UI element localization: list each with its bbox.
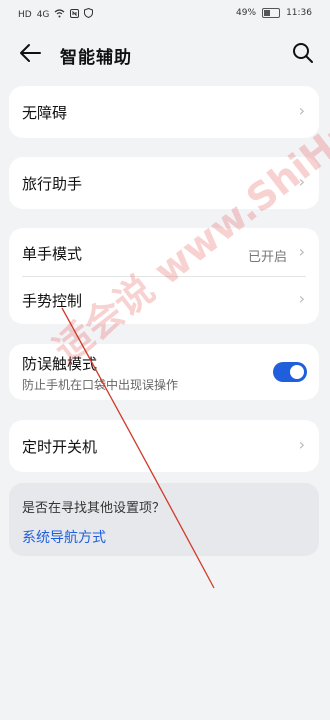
row-accessibility[interactable]: 无障碍 › bbox=[9, 86, 319, 138]
nfc-icon bbox=[70, 8, 80, 21]
system-navigation-link[interactable]: 系统导航方式 bbox=[22, 527, 106, 547]
card-scheduled-power: 定时开关机 › bbox=[9, 420, 319, 472]
status-right: 49% 11:36 bbox=[236, 8, 312, 18]
card-accessibility: 无障碍 › bbox=[9, 86, 319, 138]
chevron-right-icon: › bbox=[298, 242, 305, 261]
accidental-touch-toggle[interactable] bbox=[273, 362, 307, 382]
status-left-icons: HD 4G bbox=[18, 7, 94, 21]
back-arrow-icon bbox=[20, 44, 41, 62]
toggle-knob bbox=[290, 365, 304, 379]
app-bar: 智能辅助 bbox=[0, 30, 330, 76]
row-label: 无障碍 bbox=[22, 104, 68, 122]
row-label: 单手模式 bbox=[22, 245, 83, 263]
chevron-right-icon: › bbox=[298, 101, 305, 120]
card-accidental-touch: 防误触模式 防止手机在口袋中出现误操作 bbox=[9, 344, 319, 400]
chevron-right-icon: › bbox=[298, 289, 305, 308]
shield-icon bbox=[84, 7, 94, 21]
back-button[interactable] bbox=[18, 42, 42, 64]
search-icon bbox=[293, 43, 313, 63]
status-bar: HD 4G 49% 11:36 bbox=[0, 0, 330, 28]
search-button[interactable] bbox=[292, 42, 314, 64]
chevron-right-icon: › bbox=[298, 435, 305, 454]
hd-icon: HD bbox=[18, 9, 32, 20]
suggestion-question: 是否在寻找其他设置项？ bbox=[22, 501, 166, 516]
battery-icon bbox=[262, 8, 281, 18]
row-description: 防止手机在口袋中出现误操作 bbox=[22, 378, 179, 392]
row-accidental-touch[interactable]: 防误触模式 防止手机在口袋中出现误操作 bbox=[9, 344, 319, 400]
signal-icon: 4G bbox=[36, 9, 50, 20]
wifi-icon bbox=[54, 8, 65, 21]
page-title: 智能辅助 bbox=[60, 48, 132, 68]
row-label: 旅行助手 bbox=[22, 175, 83, 193]
clock: 11:36 bbox=[286, 8, 312, 18]
battery-percent: 49% bbox=[236, 8, 257, 18]
status-value: 已开启 bbox=[247, 250, 287, 265]
row-scheduled-power[interactable]: 定时开关机 › bbox=[9, 420, 319, 472]
row-label: 定时开关机 bbox=[22, 438, 98, 456]
suggestion-card: 是否在寻找其他设置项？ 系统导航方式 bbox=[9, 483, 319, 556]
